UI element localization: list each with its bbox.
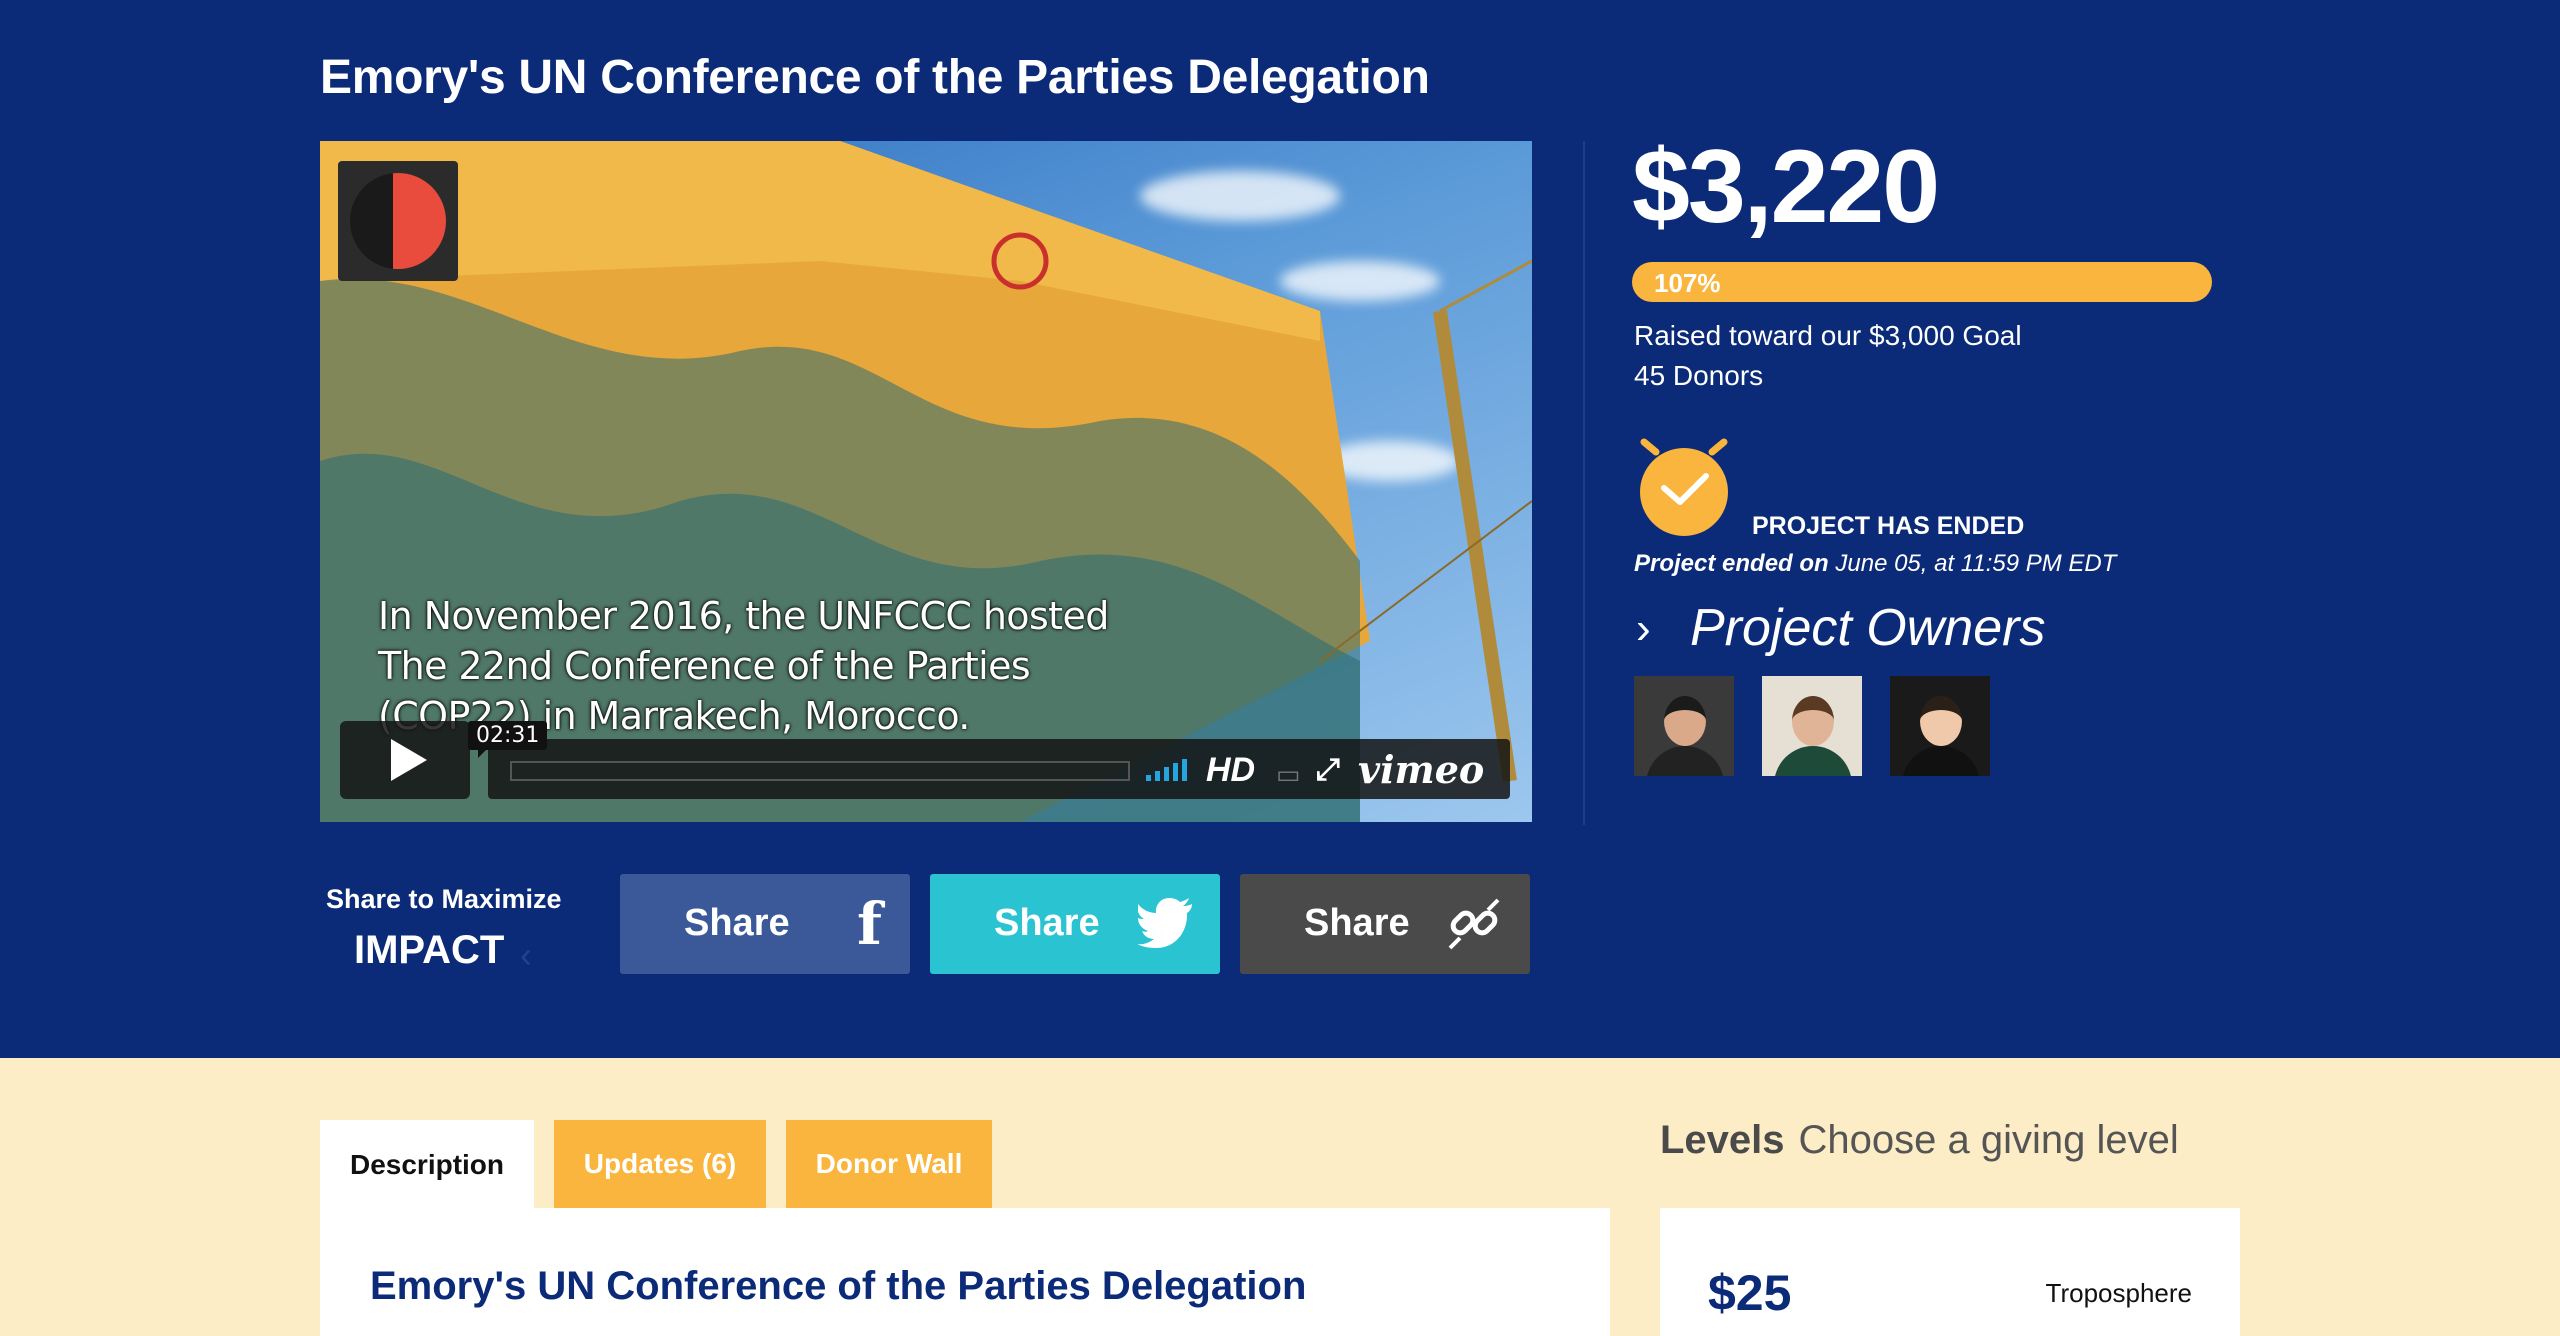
video-time-tooltip: 02:31 [468,721,548,758]
video-caption: In November 2016, the UNFCCC hosted The … [378,594,1109,738]
play-icon [391,739,427,781]
hd-toggle[interactable]: HD [1206,751,1255,790]
levels-heading: Levels Choose a giving level [1660,1118,2179,1163]
project-status: PROJECT HAS ENDED [1752,512,2025,540]
avatar-face [1792,696,1834,746]
description-card: Emory's UN Conference of the Parties Del… [320,1208,1610,1336]
raised-goal-text: Raised toward our $3,000 Goal [1634,320,2022,351]
avatar-face [1920,696,1962,746]
levels-title: Levels [1660,1118,1785,1162]
share-link-button[interactable]: Share [1240,874,1530,974]
facebook-icon: f [857,890,882,958]
tab-updates[interactable]: Updates (6) [554,1120,766,1208]
share-button-label: Share [994,902,1100,944]
share-label: Share to Maximize [326,884,562,914]
project-ended-date: Project ended on June 05, at 11:59 PM ED… [1634,550,2116,578]
levels-subtitle: Choose a giving level [1798,1118,2179,1162]
owner-avatar[interactable] [1634,676,1734,776]
project-owners-heading[interactable]: Project Owners [1690,598,2045,658]
page-title: Emory's UN Conference of the Parties Del… [320,51,1430,104]
tab-donor-wall[interactable]: Donor Wall [786,1120,992,1208]
volume-icon[interactable] [1146,757,1187,781]
vimeo-logo[interactable]: vimeo [1358,747,1484,792]
level-name: Troposphere [2045,1278,2192,1308]
share-twitter-button[interactable]: Share [930,874,1220,974]
channel-avatar[interactable] [338,161,458,281]
avatar-face [1664,696,1706,746]
owner-avatar[interactable] [1762,676,1862,776]
amount-raised: $3,220 [1632,129,1940,245]
tab-description[interactable]: Description [320,1120,534,1210]
donor-count: 45 Donors [1634,360,1764,391]
avatar-body [1902,746,1980,776]
airplay-icon[interactable]: ▭ [1276,759,1301,790]
share-facebook-button[interactable]: Share f [620,874,910,974]
chevron-right-icon[interactable]: › [1636,604,1651,654]
avatar-body [1646,746,1724,776]
fullscreen-icon[interactable]: ⤢ [1316,753,1340,787]
link-icon [1448,898,1500,950]
description-title: Emory's UN Conference of the Parties Del… [370,1264,1307,1308]
owner-avatar[interactable] [1890,676,1990,776]
twitter-icon [1138,898,1192,948]
video-progress-bar[interactable] [510,761,1130,781]
giving-level-card[interactable]: $25 Troposphere [1660,1208,2240,1336]
video-controls: HD ▭ ⤢ vimeo [488,739,1510,799]
impact-label: IMPACT [354,928,505,972]
share-button-label: Share [1304,902,1410,944]
progress-percent: 107% [1654,268,1721,298]
channel-avatar-image [350,173,446,269]
ended-prefix: Project ended on [1634,550,1829,577]
level-amount: $25 [1708,1265,1792,1321]
vertical-divider [1583,141,1585,825]
arrow-left-icon: ‹ [520,934,532,975]
play-button[interactable] [340,721,470,799]
video-player[interactable]: In November 2016, the UNFCCC hosted The … [320,141,1532,822]
alarm-clock-icon [1640,438,1728,536]
avatar-body [1774,746,1852,776]
share-button-label: Share [684,902,790,944]
ended-date: June 05, at 11:59 PM EDT [1828,550,2117,577]
funding-progress-bar: 107% [1632,262,2212,302]
